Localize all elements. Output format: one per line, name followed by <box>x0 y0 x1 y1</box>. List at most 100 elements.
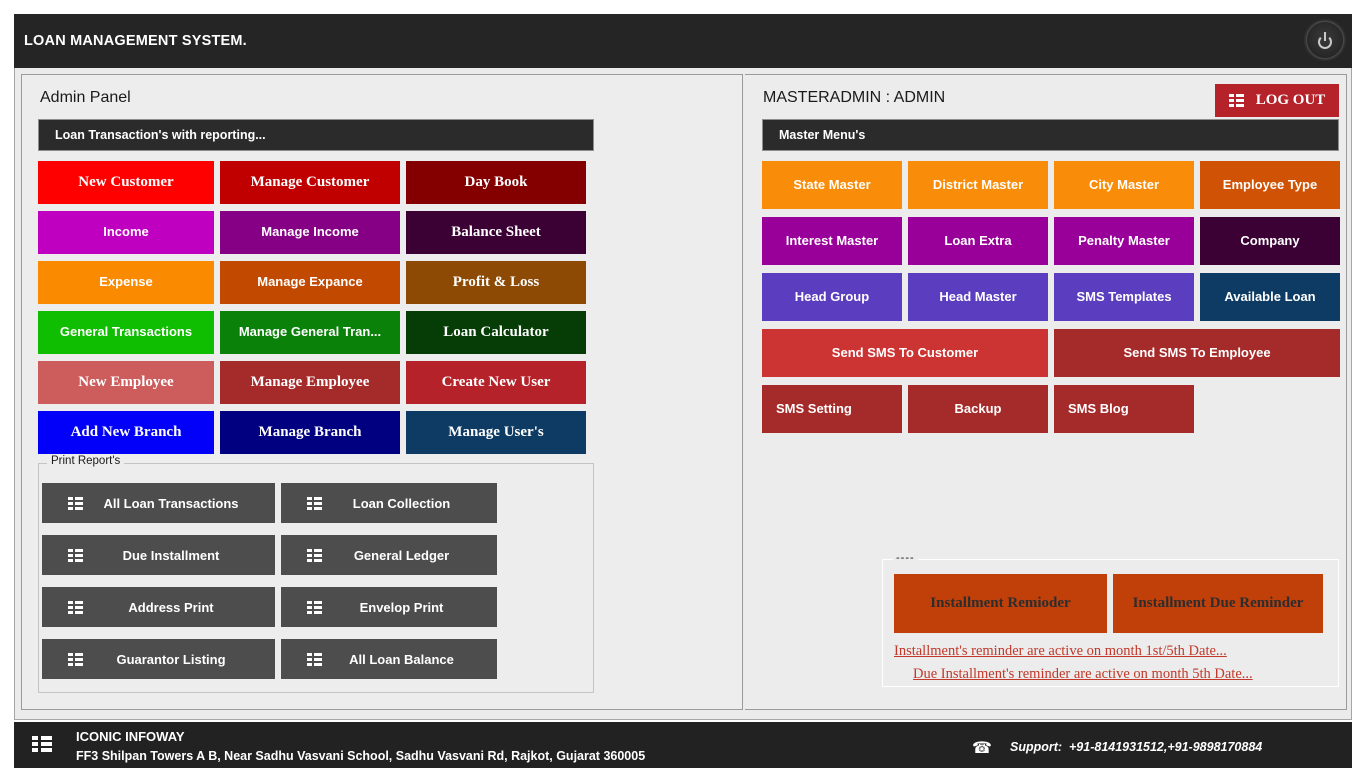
support-label: Support: <box>1010 740 1062 754</box>
admin-tile-manage-expance[interactable]: Manage Expance <box>220 261 400 304</box>
master-menus-section-label: Master Menu's <box>779 128 865 142</box>
master-admin-title: MASTERADMIN : ADMIN <box>763 89 945 107</box>
power-icon[interactable] <box>1306 21 1344 59</box>
master-tile-company[interactable]: Company <box>1200 217 1340 265</box>
title-bar: LOAN MANAGEMENT SYSTEM. <box>14 14 1352 68</box>
tile-label: SMS Setting <box>776 402 852 416</box>
master-tile-sms-setting[interactable]: SMS Setting <box>762 385 902 433</box>
reminder-link-1[interactable]: Installment's reminder are active on mon… <box>894 643 1227 660</box>
admin-tile-expense[interactable]: Expense <box>38 261 214 304</box>
master-tile-city-master[interactable]: City Master <box>1054 161 1194 209</box>
report-label: Guarantor Listing <box>83 652 275 667</box>
report-button-due-installment[interactable]: Due Installment <box>42 535 275 575</box>
master-tile-head-group[interactable]: Head Group <box>762 273 902 321</box>
tile-label: Manage User's <box>448 424 543 441</box>
tile-label: Employee Type <box>1223 178 1317 192</box>
master-tile-head-master[interactable]: Head Master <box>908 273 1048 321</box>
tile-label: Available Loan <box>1224 290 1315 304</box>
admin-tile-manage-general-tran[interactable]: Manage General Tran... <box>220 311 400 354</box>
tile-label: Manage Expance <box>257 275 363 289</box>
application-window: LOAN MANAGEMENT SYSTEM. Admin Panel Loan… <box>0 0 1366 768</box>
admin-tile-new-customer[interactable]: New Customer <box>38 161 214 204</box>
report-label: All Loan Transactions <box>83 496 275 511</box>
report-label: Envelop Print <box>322 600 497 615</box>
support-numbers: +91-8141931512,+91-9898170884 <box>1069 740 1262 754</box>
admin-tile-income[interactable]: Income <box>38 211 214 254</box>
master-tile-sms-blog[interactable]: SMS Blog <box>1054 385 1194 433</box>
tile-label: Manage Customer <box>251 174 370 191</box>
list-icon <box>307 497 322 510</box>
tile-label: Income <box>103 225 149 239</box>
admin-tile-manage-income[interactable]: Manage Income <box>220 211 400 254</box>
log-out-button[interactable]: LOG OUT <box>1215 84 1339 117</box>
list-icon <box>68 549 83 562</box>
tile-label: SMS Blog <box>1068 402 1129 416</box>
list-icon <box>307 653 322 666</box>
report-button-guarantor-listing[interactable]: Guarantor Listing <box>42 639 275 679</box>
tile-label: Head Master <box>939 290 1016 304</box>
tile-label: Add New Branch <box>71 424 182 441</box>
master-tile-sms-templates[interactable]: SMS Templates <box>1054 273 1194 321</box>
tile-label: SMS Templates <box>1076 290 1171 304</box>
tile-label: State Master <box>793 178 870 192</box>
master-tile-district-master[interactable]: District Master <box>908 161 1048 209</box>
tile-label: Expense <box>99 275 152 289</box>
admin-tile-manage-user-s[interactable]: Manage User's <box>406 411 586 454</box>
body-panel: Admin Panel Loan Transaction's with repo… <box>14 68 1352 720</box>
phone-icon: ☎ <box>972 738 992 758</box>
tile-label: Send SMS To Employee <box>1123 346 1270 360</box>
master-tile-backup[interactable]: Backup <box>908 385 1048 433</box>
admin-tile-manage-employee[interactable]: Manage Employee <box>220 361 400 404</box>
tile-label: Backup <box>955 402 1002 416</box>
log-out-label: LOG OUT <box>1256 92 1326 109</box>
report-label: Address Print <box>83 600 275 615</box>
loan-transactions-section-bar: Loan Transaction's with reporting... <box>38 119 594 151</box>
app-title: LOAN MANAGEMENT SYSTEM. <box>24 33 247 49</box>
report-button-loan-collection[interactable]: Loan Collection <box>281 483 497 523</box>
installment-reminder-groupbox: ---- Installment RemioderInstallment Due… <box>882 559 1339 687</box>
master-tile-employee-type[interactable]: Employee Type <box>1200 161 1340 209</box>
admin-tile-new-employee[interactable]: New Employee <box>38 361 214 404</box>
report-label: Loan Collection <box>322 496 497 511</box>
report-button-all-loan-balance[interactable]: All Loan Balance <box>281 639 497 679</box>
admin-tile-general-transactions[interactable]: General Transactions <box>38 311 214 354</box>
admin-tile-balance-sheet[interactable]: Balance Sheet <box>406 211 586 254</box>
admin-tile-create-new-user[interactable]: Create New User <box>406 361 586 404</box>
master-tile-send-sms-to-employee[interactable]: Send SMS To Employee <box>1054 329 1340 377</box>
tile-label: City Master <box>1089 178 1159 192</box>
tile-label: Penalty Master <box>1078 234 1170 248</box>
master-menus-section-bar: Master Menu's <box>762 119 1339 151</box>
company-address: FF3 Shilpan Towers A B, Near Sadhu Vasva… <box>76 749 645 763</box>
tile-label: Manage Income <box>261 225 359 239</box>
reminder-button-label: Installment Remioder <box>930 595 1070 612</box>
tile-label: New Customer <box>78 174 173 191</box>
tile-label: Send SMS To Customer <box>832 346 978 360</box>
tile-label: Loan Extra <box>944 234 1011 248</box>
admin-tile-manage-customer[interactable]: Manage Customer <box>220 161 400 204</box>
admin-tile-add-new-branch[interactable]: Add New Branch <box>38 411 214 454</box>
reminder-button-installment-due-reminder[interactable]: Installment Due Reminder <box>1113 574 1323 633</box>
admin-tile-loan-calculator[interactable]: Loan Calculator <box>406 311 586 354</box>
report-button-envelop-print[interactable]: Envelop Print <box>281 587 497 627</box>
tile-label: Create New User <box>442 374 551 391</box>
master-tile-send-sms-to-customer[interactable]: Send SMS To Customer <box>762 329 1048 377</box>
reminder-link-2[interactable]: Due Installment's reminder are active on… <box>913 666 1253 683</box>
power-glyph-icon <box>1317 32 1333 48</box>
admin-tile-day-book[interactable]: Day Book <box>406 161 586 204</box>
master-tile-loan-extra[interactable]: Loan Extra <box>908 217 1048 265</box>
report-button-all-loan-transactions[interactable]: All Loan Transactions <box>42 483 275 523</box>
tile-label: Manage Branch <box>259 424 362 441</box>
master-tile-interest-master[interactable]: Interest Master <box>762 217 902 265</box>
reminder-button-label: Installment Due Reminder <box>1133 595 1304 612</box>
list-icon <box>68 497 83 510</box>
master-tile-penalty-master[interactable]: Penalty Master <box>1054 217 1194 265</box>
master-tile-state-master[interactable]: State Master <box>762 161 902 209</box>
admin-tile-manage-branch[interactable]: Manage Branch <box>220 411 400 454</box>
reminder-button-installment-remioder[interactable]: Installment Remioder <box>894 574 1107 633</box>
report-button-address-print[interactable]: Address Print <box>42 587 275 627</box>
report-button-general-ledger[interactable]: General Ledger <box>281 535 497 575</box>
tile-label: District Master <box>933 178 1023 192</box>
master-tile-available-loan[interactable]: Available Loan <box>1200 273 1340 321</box>
report-label: Due Installment <box>83 548 275 563</box>
admin-tile-profit-loss[interactable]: Profit & Loss <box>406 261 586 304</box>
